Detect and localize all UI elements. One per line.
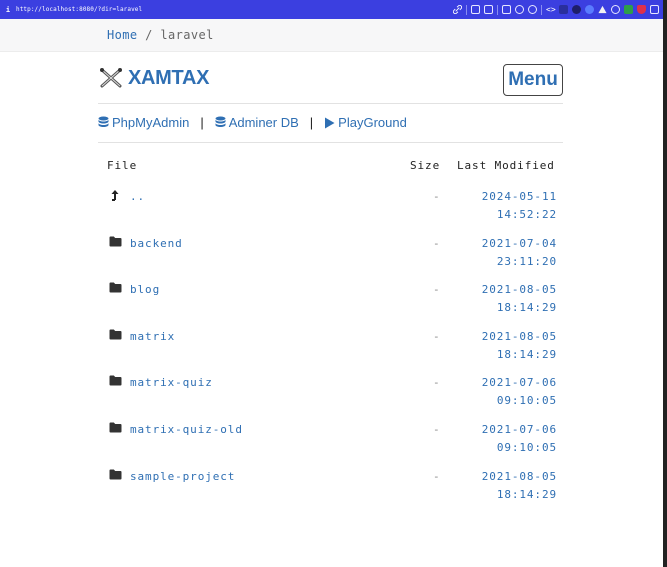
file-row[interactable]: .. - 2024-05-11 14:52:22: [107, 188, 557, 228]
modified-time: 09:10:05: [496, 441, 557, 454]
modified-time: 18:14:29: [496, 347, 557, 361]
file-row[interactable]: backend - 2021-07-04 23:11:20: [107, 235, 557, 275]
file-size: -: [433, 423, 441, 436]
extension-icon[interactable]: [572, 5, 581, 14]
divider: [98, 103, 563, 104]
last-modified: 2024-05-11 14:52:22: [482, 188, 557, 224]
folder-icon: [109, 236, 122, 247]
file-name-link[interactable]: blog: [130, 281, 160, 299]
modified-date: 2021-07-04: [481, 236, 557, 250]
target-icon[interactable]: [528, 5, 537, 14]
divider: [98, 142, 563, 143]
link-icon[interactable]: [452, 4, 463, 15]
file-name-link[interactable]: matrix-quiz-old: [130, 421, 243, 439]
file-row[interactable]: matrix-quiz - 2021-07-06 09:10:05: [107, 374, 557, 414]
code-icon[interactable]: <>: [546, 5, 556, 14]
file-size: -: [433, 236, 441, 250]
file-row[interactable]: blog - 2021-08-05 18:14:29: [107, 281, 557, 321]
last-modified: 2021-07-06 09:10:05: [482, 374, 557, 410]
breadcrumb: Home / laravel: [107, 28, 214, 42]
modified-date: 2021-08-05: [481, 469, 557, 483]
last-modified: 2021-08-05 18:14:29: [482, 468, 557, 504]
database-icon: [98, 116, 109, 127]
file-name-link[interactable]: ..: [130, 188, 145, 206]
puzzle-icon[interactable]: [624, 5, 633, 14]
extension-icon[interactable]: [585, 5, 594, 14]
playground-label: PlayGround: [338, 115, 407, 130]
breadcrumb-bar: Home / laravel: [0, 19, 663, 52]
modified-date: 2021-08-05: [481, 329, 557, 343]
toolbar-divider: [497, 4, 498, 15]
phpmyadmin-link[interactable]: PhpMyAdmin: [98, 115, 189, 130]
breadcrumb-separator: /: [145, 28, 153, 42]
toolbar-divider: [541, 4, 542, 15]
modified-date: 2021-07-06: [481, 376, 557, 390]
last-modified: 2021-07-06 09:10:05: [482, 421, 557, 457]
last-modified: 2021-08-05 18:14:29: [482, 281, 557, 317]
modified-time: 18:14:29: [496, 301, 557, 315]
column-header-size[interactable]: Size: [410, 159, 440, 172]
adminer-db-label: Adminer DB: [228, 115, 299, 130]
reader-icon[interactable]: [502, 5, 511, 14]
sidebar-icon[interactable]: [650, 5, 659, 14]
extension-icon[interactable]: [611, 5, 620, 14]
folder-icon: [109, 469, 122, 480]
breadcrumb-home-link[interactable]: Home: [107, 28, 138, 42]
extension-icon[interactable]: [559, 5, 568, 14]
menu-button[interactable]: Menu: [503, 64, 563, 96]
picture-in-picture-icon[interactable]: [471, 5, 480, 14]
toolbar-divider: [466, 4, 467, 15]
database-icon: [215, 116, 226, 127]
warning-icon[interactable]: [598, 5, 607, 14]
last-modified: 2021-07-04 23:11:20: [482, 235, 557, 271]
nav-separator: |: [309, 115, 314, 130]
modified-time: 23:11:20: [496, 254, 557, 268]
modified-date: 2021-08-05: [481, 283, 557, 297]
file-row[interactable]: sample-project - 2021-08-05 18:14:29: [107, 468, 557, 508]
folder-icon: [109, 329, 122, 340]
modified-time: 09:10:05: [496, 394, 557, 408]
file-size: -: [433, 469, 441, 483]
modified-time: 14:52:22: [496, 208, 557, 221]
folder-icon: [109, 422, 122, 433]
adminer-db-link[interactable]: Adminer DB: [215, 115, 299, 130]
info-icon[interactable]: i: [0, 6, 16, 14]
column-header-file[interactable]: File: [107, 159, 137, 172]
file-name-link[interactable]: backend: [130, 235, 183, 253]
breadcrumb-current: laravel: [160, 28, 214, 42]
file-name-link[interactable]: matrix: [130, 328, 175, 346]
modified-time: 18:14:29: [496, 487, 557, 501]
file-size: -: [433, 376, 441, 390]
shield-icon[interactable]: [637, 5, 646, 14]
file-size: -: [433, 190, 441, 203]
level-up-icon: [109, 189, 122, 201]
window-edge: [663, 0, 667, 567]
modified-date: 2021-07-06: [481, 423, 557, 436]
browser-extension-toolbar: <>: [452, 4, 667, 15]
folder-icon: [109, 282, 122, 293]
camera-icon[interactable]: [484, 5, 493, 14]
url-field[interactable]: http://localhost:8080/?dir=laravel: [16, 6, 453, 13]
modified-date: 2024-05-11: [481, 190, 557, 203]
brand[interactable]: XAMTAX: [98, 65, 209, 91]
file-name-link[interactable]: matrix-quiz: [130, 374, 213, 392]
play-icon: [325, 117, 335, 128]
phpmyadmin-label: PhpMyAdmin: [112, 115, 190, 130]
browser-address-bar: i http://localhost:8080/?dir=laravel <>: [0, 0, 667, 19]
last-modified: 2021-08-05 18:14:29: [482, 328, 557, 364]
column-header-last-modified[interactable]: Last Modified: [457, 159, 555, 172]
file-row[interactable]: matrix-quiz-old - 2021-07-06 09:10:05: [107, 421, 557, 461]
nav-separator: |: [200, 115, 204, 130]
file-size: -: [433, 329, 441, 343]
playground-link[interactable]: PlayGround: [324, 115, 407, 130]
file-name-link[interactable]: sample-project: [130, 468, 235, 486]
file-row[interactable]: matrix - 2021-08-05 18:14:29: [107, 328, 557, 368]
folder-icon: [109, 375, 122, 386]
logo-icon: [100, 68, 122, 88]
brand-name: XAMTAX: [128, 66, 210, 89]
globe-icon[interactable]: [515, 5, 524, 14]
tool-nav: PhpMyAdmin | Adminer DB | PlayGround: [98, 115, 407, 130]
file-size: -: [433, 283, 441, 297]
